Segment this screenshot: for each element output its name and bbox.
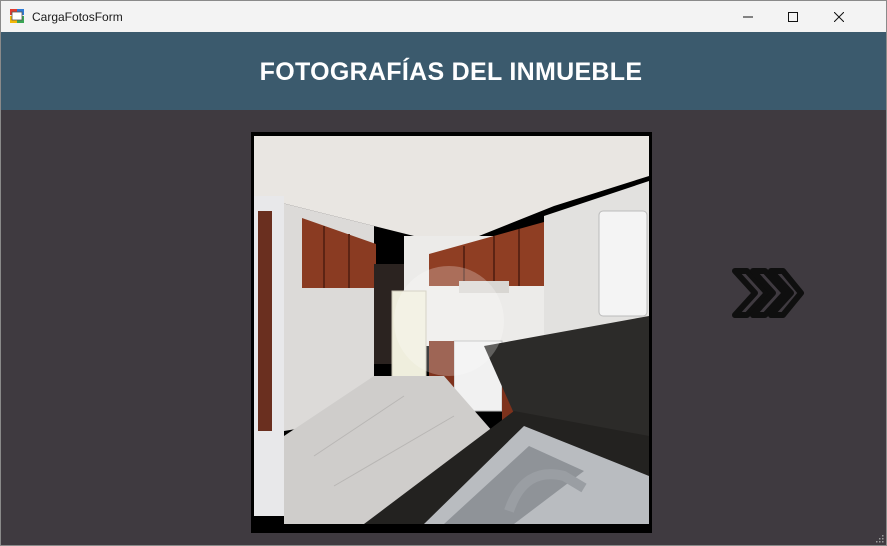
title-bar[interactable]: CargaFotosForm	[1, 1, 886, 33]
double-chevron-right-icon	[732, 268, 804, 318]
header-banner: FOTOGRAFÍAS DEL INMUEBLE	[1, 32, 886, 110]
maximize-button[interactable]	[770, 1, 816, 32]
next-photo-button[interactable]	[729, 263, 805, 323]
close-icon	[834, 11, 844, 22]
page-title: FOTOGRAFÍAS DEL INMUEBLE	[259, 58, 643, 86]
photo-frame	[251, 132, 652, 533]
maximize-icon	[788, 11, 798, 22]
property-photo	[254, 136, 649, 524]
window-title: CargaFotosForm	[32, 10, 123, 24]
minimize-button[interactable]	[725, 1, 771, 32]
app-icon	[10, 9, 24, 23]
minimize-icon	[743, 16, 753, 17]
app-window: CargaFotosForm FOTOGRAFÍAS DEL INMUEBLE	[0, 0, 887, 546]
close-button[interactable]	[816, 1, 862, 32]
resize-grip-icon[interactable]	[874, 533, 884, 543]
